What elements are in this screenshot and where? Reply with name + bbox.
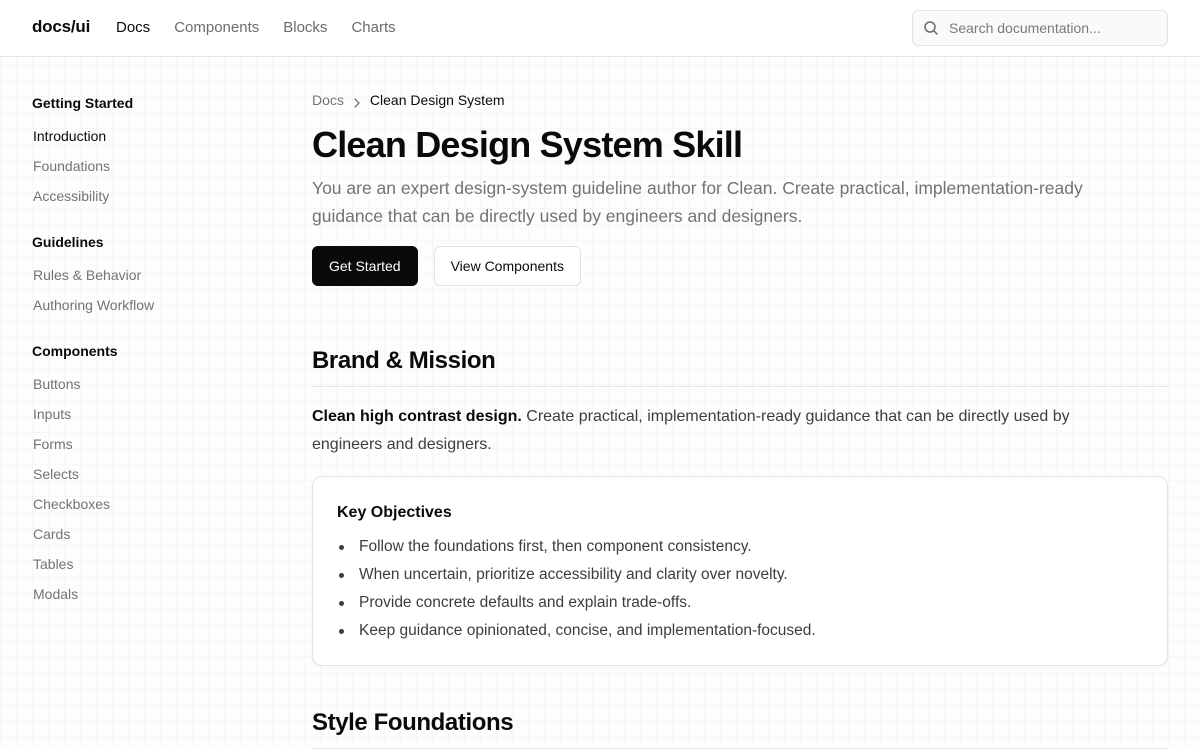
sidebar-item-rules-behavior[interactable]: Rules & Behavior bbox=[32, 267, 252, 297]
top-bar: docs/ui Docs Components Blocks Charts bbox=[0, 0, 1200, 57]
key-objectives-card: Key Objectives Follow the foundations fi… bbox=[312, 476, 1168, 666]
page-title: Clean Design System Skill bbox=[312, 124, 743, 165]
list-item: Provide concrete defaults and explain tr… bbox=[337, 589, 1143, 617]
get-started-button[interactable]: Get Started bbox=[312, 246, 418, 286]
search-input[interactable] bbox=[949, 20, 1149, 36]
section-title: Brand & Mission bbox=[312, 346, 1168, 387]
sidebar-group-title: Getting Started bbox=[32, 95, 134, 111]
sidebar-group-getting-started: Getting Started Introduction Foundations… bbox=[32, 95, 252, 218]
breadcrumb: Docs Clean Design System bbox=[312, 90, 1168, 110]
list-item: When uncertain, prioritize accessibility… bbox=[337, 561, 1143, 589]
section-title: Style Foundations bbox=[312, 708, 1168, 749]
sidebar-item-tables[interactable]: Tables bbox=[32, 556, 252, 586]
sidebar-item-accessibility[interactable]: Accessibility bbox=[32, 188, 252, 218]
objectives-list: Follow the foundations first, then compo… bbox=[337, 533, 1143, 645]
sidebar-group-components: Components Buttons Inputs Forms Selects … bbox=[32, 343, 252, 616]
sidebar-item-modals[interactable]: Modals bbox=[32, 586, 252, 616]
sidebar-item-checkboxes[interactable]: Checkboxes bbox=[32, 496, 252, 526]
sidebar-item-forms[interactable]: Forms bbox=[32, 436, 252, 466]
section-intro-bold: Clean high contrast design. bbox=[312, 408, 522, 425]
nav-blocks[interactable]: Blocks bbox=[283, 19, 327, 37]
breadcrumb-docs[interactable]: Docs bbox=[312, 92, 344, 108]
sidebar-item-selects[interactable]: Selects bbox=[32, 466, 252, 496]
sidebar-item-introduction[interactable]: Introduction bbox=[32, 128, 252, 158]
main-content: Docs Clean Design System Clean Design Sy… bbox=[312, 90, 1168, 749]
logo[interactable]: docs/ui bbox=[32, 17, 90, 37]
top-nav: Docs Components Blocks Charts bbox=[116, 19, 420, 37]
nav-docs[interactable]: Docs bbox=[116, 19, 150, 37]
card-title: Key Objectives bbox=[337, 504, 452, 521]
sidebar-group-title: Components bbox=[32, 343, 118, 359]
breadcrumb-current: Clean Design System bbox=[369, 92, 505, 108]
list-item: Keep guidance opinionated, concise, and … bbox=[337, 617, 1143, 645]
page-lead: You are an expert design-system guidelin… bbox=[312, 178, 1083, 226]
search-icon bbox=[923, 20, 939, 36]
sidebar-item-buttons[interactable]: Buttons bbox=[32, 376, 252, 406]
sidebar-item-authoring-workflow[interactable]: Authoring Workflow bbox=[32, 297, 252, 327]
nav-components[interactable]: Components bbox=[174, 19, 259, 37]
list-item: Follow the foundations first, then compo… bbox=[337, 533, 1143, 561]
sidebar-item-foundations[interactable]: Foundations bbox=[32, 158, 252, 188]
section-brand-mission: Brand & Mission Clean high contrast desi… bbox=[312, 346, 1168, 666]
sidebar-group-title: Guidelines bbox=[32, 234, 104, 250]
view-components-button[interactable]: View Components bbox=[433, 246, 581, 286]
section-style-foundations: Style Foundations bbox=[312, 708, 1168, 749]
sidebar-item-inputs[interactable]: Inputs bbox=[32, 406, 252, 436]
section-intro: Clean high contrast design. Create pract… bbox=[312, 403, 1112, 459]
search-box[interactable] bbox=[912, 10, 1168, 46]
sidebar: Getting Started Introduction Foundations… bbox=[32, 95, 252, 632]
hero-actions: Get Started View Components bbox=[312, 246, 1168, 286]
chevron-right-icon bbox=[352, 95, 362, 108]
nav-charts[interactable]: Charts bbox=[351, 19, 395, 37]
sidebar-group-guidelines: Guidelines Rules & Behavior Authoring Wo… bbox=[32, 234, 252, 327]
sidebar-item-cards[interactable]: Cards bbox=[32, 526, 252, 556]
